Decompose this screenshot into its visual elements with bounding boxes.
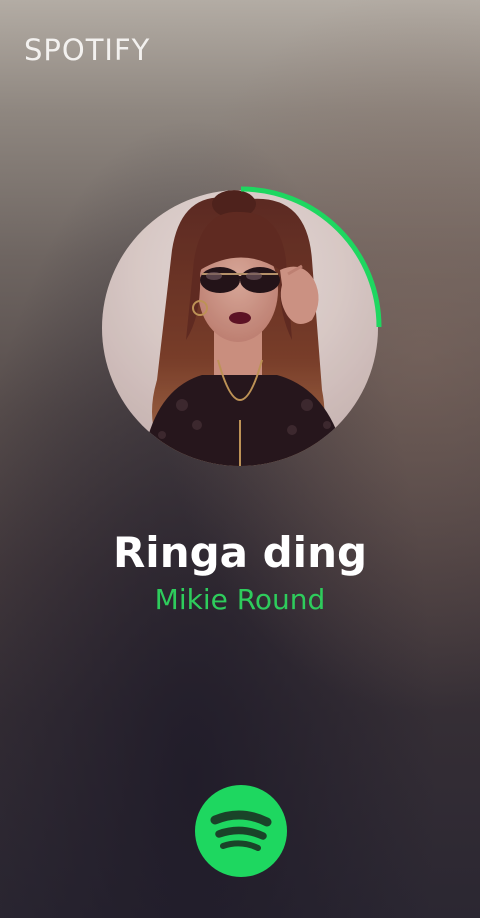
album-art-portrait	[102, 190, 378, 466]
album-art	[102, 190, 378, 466]
album-art-container	[100, 186, 382, 468]
track-title: Ringa ding	[112, 528, 368, 577]
artist-name[interactable]: Mikie Round	[0, 583, 480, 616]
open-spotify-button[interactable]	[195, 785, 287, 877]
app-brand-label: SPOTIFY	[24, 33, 151, 67]
spotify-logo-icon	[210, 810, 272, 851]
